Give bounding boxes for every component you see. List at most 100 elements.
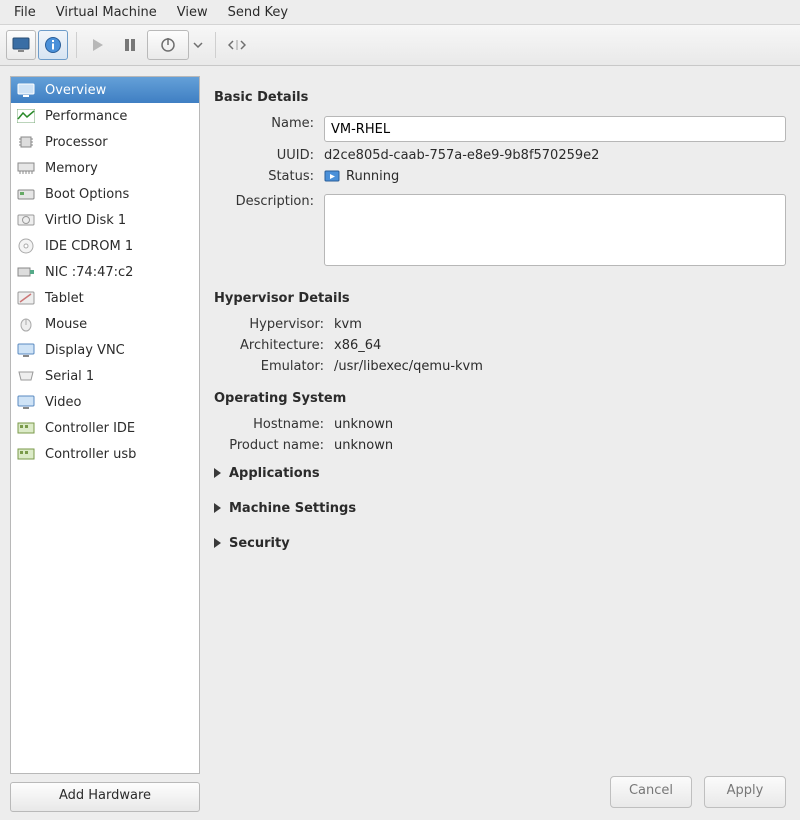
separator — [76, 32, 77, 58]
sidebar-item-label: Memory — [45, 161, 98, 176]
basic-details-title: Basic Details — [214, 90, 786, 105]
sidebar-item-mouse[interactable]: Mouse — [11, 311, 199, 337]
name-input[interactable] — [324, 116, 786, 142]
expander-label: Applications — [229, 466, 320, 481]
sidebar-item-disk[interactable]: VirtIO Disk 1 — [11, 207, 199, 233]
footer: Cancel Apply — [214, 776, 786, 808]
console-button[interactable] — [6, 30, 36, 60]
status-value: Running — [346, 169, 399, 184]
sidebar-item-label: Tablet — [45, 291, 84, 306]
architecture-label: Architecture: — [214, 338, 334, 353]
pause-icon — [123, 38, 137, 52]
product-label: Product name: — [214, 438, 334, 453]
disk-icon — [17, 212, 35, 228]
emulator-label: Emulator: — [214, 359, 334, 374]
sidebar-item-label: NIC :74:47:c2 — [45, 265, 133, 280]
monitor-icon — [17, 82, 35, 98]
serial-icon — [17, 368, 35, 384]
triangle-right-icon — [214, 538, 221, 548]
cdrom-icon — [17, 238, 35, 254]
boot-icon — [17, 186, 35, 202]
hypervisor-details-title: Hypervisor Details — [214, 291, 786, 306]
sidebar-item-label: Controller usb — [45, 447, 136, 462]
expander-applications[interactable]: Applications — [214, 466, 786, 481]
sidebar-item-cdrom[interactable]: IDE CDROM 1 — [11, 233, 199, 259]
triangle-right-icon — [214, 503, 221, 513]
sidebar-item-label: Display VNC — [45, 343, 125, 358]
run-button[interactable] — [83, 30, 113, 60]
status-label: Status: — [214, 169, 324, 184]
sidebar-item-processor[interactable]: Processor — [11, 129, 199, 155]
os-title: Operating System — [214, 391, 786, 406]
sidebar-item-controller-usb[interactable]: Controller usb — [11, 441, 199, 467]
apply-button[interactable]: Apply — [704, 776, 786, 808]
power-button[interactable] — [147, 30, 189, 60]
sidebar-item-display[interactable]: Display VNC — [11, 337, 199, 363]
hostname-label: Hostname: — [214, 417, 334, 432]
sidebar-item-label: Controller IDE — [45, 421, 135, 436]
sidebar-item-label: Mouse — [45, 317, 87, 332]
play-icon — [91, 38, 105, 52]
fullscreen-icon — [228, 38, 246, 52]
monitor-icon — [12, 37, 30, 53]
hardware-list[interactable]: Overview Performance Processor Memory Bo… — [10, 76, 200, 774]
sidebar-item-memory[interactable]: Memory — [11, 155, 199, 181]
hostname-value: unknown — [334, 417, 786, 432]
hypervisor-value: kvm — [334, 317, 786, 332]
emulator-value: /usr/libexec/qemu-kvm — [334, 359, 786, 374]
uuid-value: d2ce805d-caab-757a-e8e9-9b8f570259e2 — [324, 148, 786, 163]
sidebar-item-tablet[interactable]: Tablet — [11, 285, 199, 311]
uuid-label: UUID: — [214, 148, 324, 163]
network-icon — [17, 264, 35, 280]
details-button[interactable] — [38, 30, 68, 60]
hypervisor-label: Hypervisor: — [214, 317, 334, 332]
details-pane: Basic Details Name: UUID: d2ce805d-caab-… — [210, 76, 790, 812]
menubar: File Virtual Machine View Send Key — [0, 0, 800, 24]
cpu-icon — [17, 134, 35, 150]
pause-button[interactable] — [115, 30, 145, 60]
name-label: Name: — [214, 116, 324, 131]
controller-icon — [17, 420, 35, 436]
chevron-down-icon — [193, 42, 203, 48]
info-icon — [44, 36, 62, 54]
expander-label: Security — [229, 536, 290, 551]
display-icon — [17, 342, 35, 358]
running-icon — [324, 170, 340, 184]
sidebar-item-boot-options[interactable]: Boot Options — [11, 181, 199, 207]
description-input[interactable] — [324, 194, 786, 266]
sidebar-item-controller-ide[interactable]: Controller IDE — [11, 415, 199, 441]
sidebar-item-label: IDE CDROM 1 — [45, 239, 133, 254]
power-menu-button[interactable] — [189, 30, 207, 60]
sidebar-item-video[interactable]: Video — [11, 389, 199, 415]
sidebar-item-serial[interactable]: Serial 1 — [11, 363, 199, 389]
sidebar-item-label: Performance — [45, 109, 127, 124]
product-value: unknown — [334, 438, 786, 453]
sidebar-item-label: Video — [45, 395, 81, 410]
sidebar-item-label: VirtIO Disk 1 — [45, 213, 126, 228]
tablet-icon — [17, 290, 35, 306]
menu-view[interactable]: View — [167, 3, 218, 22]
hardware-panel: Overview Performance Processor Memory Bo… — [10, 76, 200, 812]
description-label: Description: — [214, 194, 324, 209]
controller-icon — [17, 446, 35, 462]
architecture-value: x86_64 — [334, 338, 786, 353]
sidebar-item-nic[interactable]: NIC :74:47:c2 — [11, 259, 199, 285]
menu-file[interactable]: File — [4, 3, 46, 22]
separator — [215, 32, 216, 58]
menu-send-key[interactable]: Send Key — [218, 3, 298, 22]
fullscreen-button[interactable] — [222, 30, 252, 60]
toolbar — [0, 24, 800, 66]
expander-label: Machine Settings — [229, 501, 356, 516]
expander-machine-settings[interactable]: Machine Settings — [214, 501, 786, 516]
mouse-icon — [17, 316, 35, 332]
sidebar-item-label: Serial 1 — [45, 369, 94, 384]
menu-virtual-machine[interactable]: Virtual Machine — [46, 3, 167, 22]
sidebar-item-label: Overview — [45, 83, 106, 98]
sidebar-item-overview[interactable]: Overview — [11, 77, 199, 103]
sidebar-item-performance[interactable]: Performance — [11, 103, 199, 129]
video-icon — [17, 394, 35, 410]
add-hardware-button[interactable]: Add Hardware — [10, 782, 200, 812]
expander-security[interactable]: Security — [214, 536, 786, 551]
cancel-button[interactable]: Cancel — [610, 776, 692, 808]
memory-icon — [17, 160, 35, 176]
